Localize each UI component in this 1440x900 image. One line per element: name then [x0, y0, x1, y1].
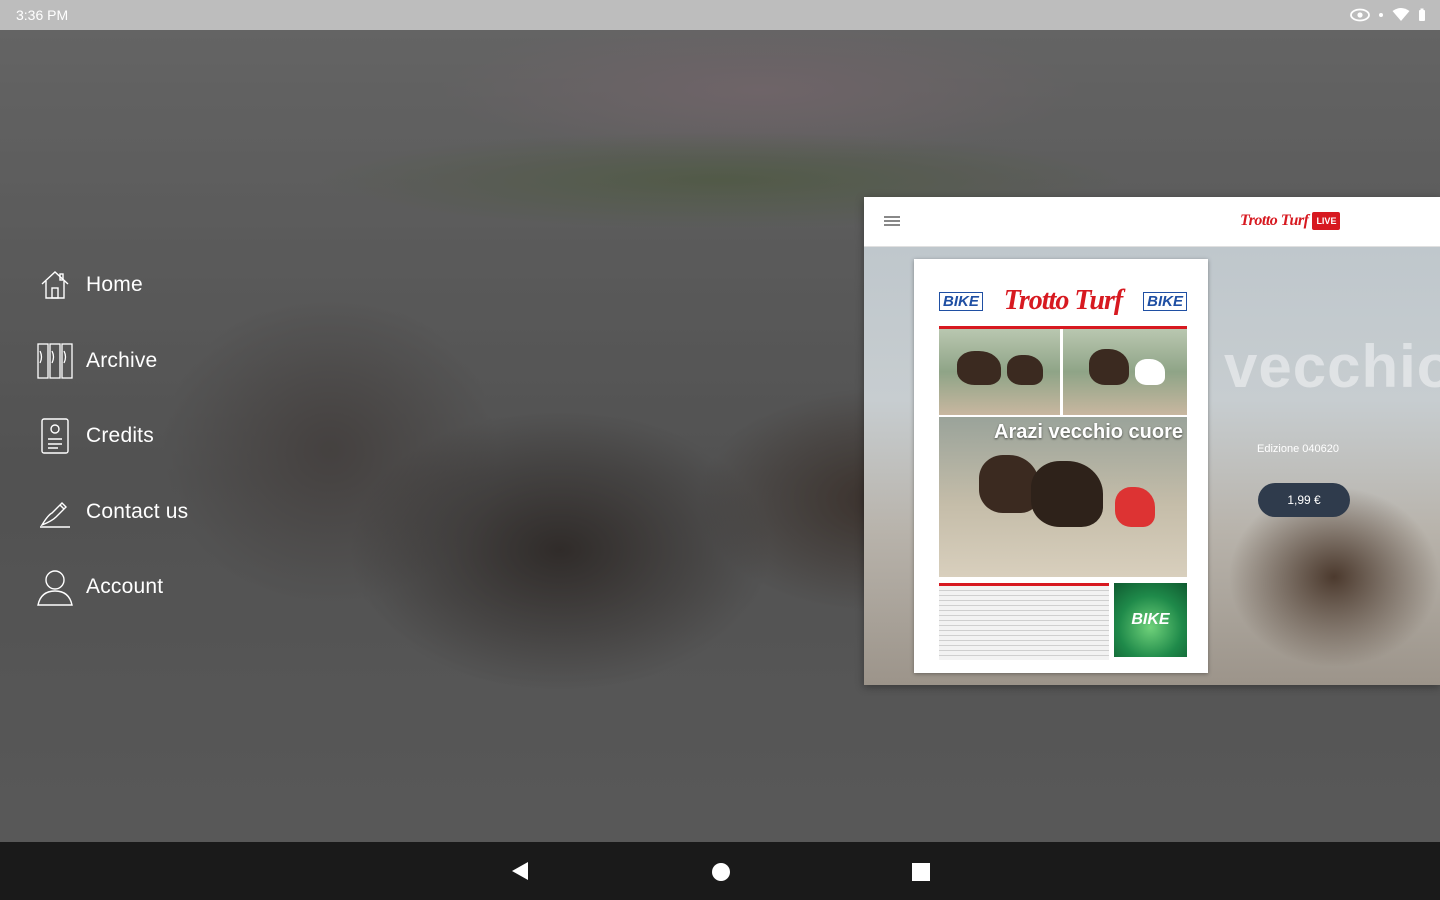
buy-price-button[interactable]: 1,99 € [1258, 483, 1350, 517]
cover-title: Trotto Turf [1003, 285, 1123, 316]
newspaper-cover[interactable]: BIKE Trotto Turf BIKE Arazi vecchio cuor… [914, 259, 1208, 673]
cover-promo-text: BIKE [1131, 611, 1170, 628]
preview-body: vecchio BIKE Trotto Turf BIKE Arazi vecc… [864, 247, 1440, 685]
cover-brand-left: BIKE [939, 291, 983, 311]
menu-label-account: Account [86, 575, 164, 598]
hamburger-menu-icon[interactable] [884, 214, 900, 228]
background-headline: vecchio [1224, 333, 1440, 400]
menu-label-contact: Contact us [86, 499, 189, 523]
home-circle-icon[interactable] [711, 862, 731, 882]
live-badge: LIVE [1312, 212, 1341, 230]
account-icon [34, 566, 76, 608]
cover-brand-right: BIKE [1143, 291, 1187, 311]
cover-headline: Arazi vecchio cuore [994, 421, 1183, 443]
eye-icon [1350, 8, 1370, 22]
menu-item-contact[interactable]: Contact us [34, 489, 188, 535]
wifi-icon [1392, 8, 1410, 21]
cover-top-photo [939, 326, 1187, 415]
app-preview-card[interactable]: Trotto Turf LIVE vecchio BIKE Trotto Tur… [864, 197, 1440, 685]
menu-label-archive: Archive [86, 348, 158, 372]
logo-text: Trotto Turf [1240, 212, 1309, 229]
trotto-turf-logo: Trotto Turf LIVE [1240, 209, 1341, 233]
menu-item-home[interactable]: Home [34, 262, 188, 308]
cover-news-columns [939, 583, 1109, 660]
back-icon[interactable] [510, 861, 530, 881]
battery-icon [1419, 8, 1425, 21]
contact-icon [34, 491, 76, 533]
status-icons [1350, 8, 1426, 22]
cover-main-photo: Arazi vecchio cuore [939, 417, 1187, 577]
system-nav-bar [0, 842, 1440, 900]
cover-masthead: BIKE Trotto Turf BIKE [939, 283, 1187, 319]
status-bar: 3:36 PM [0, 0, 1440, 30]
side-menu: Home Archive Credits Contact us Account [34, 262, 188, 640]
menu-label-home: Home [86, 273, 143, 296]
home-icon [34, 264, 76, 306]
recents-square-icon[interactable] [911, 862, 931, 882]
credits-icon [34, 415, 76, 457]
edition-label: Edizione 040620 [1257, 443, 1339, 455]
archive-icon [34, 340, 76, 382]
menu-label-credits: Credits [86, 424, 154, 447]
cover-promo-tile: BIKE [1114, 583, 1187, 657]
menu-item-account[interactable]: Account [34, 564, 188, 610]
status-time: 3:36 PM [16, 7, 69, 23]
menu-item-credits[interactable]: Credits [34, 413, 188, 459]
preview-header: Trotto Turf LIVE [864, 197, 1440, 247]
dot-icon [1379, 13, 1383, 17]
menu-item-archive[interactable]: Archive [34, 338, 188, 384]
